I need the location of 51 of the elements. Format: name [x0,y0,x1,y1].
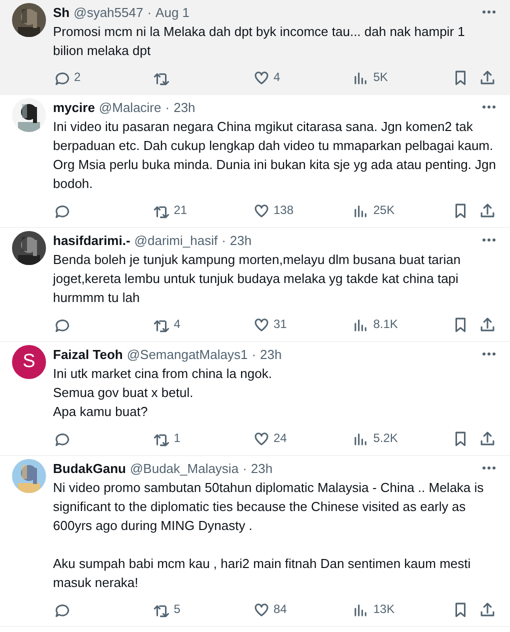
retweet-count: 4 [174,316,180,333]
view-count: 5K [373,69,388,86]
like-icon[interactable] [252,68,270,86]
view-count: 25K [373,202,395,219]
user-handle[interactable]: @Malacire [98,98,162,117]
timestamp[interactable]: Aug 1 [156,3,190,22]
like-count: 84 [274,601,287,618]
avatar[interactable]: S [12,345,46,379]
like-icon[interactable] [252,430,270,446]
like-icon[interactable] [252,600,270,618]
display-name[interactable]: hasifdarimi.- [53,231,130,250]
user-handle[interactable]: @Budak_Malaysia [130,459,239,478]
view-count: 5.2K [373,430,398,447]
user-handle[interactable]: @SemangatMalays1 [126,345,248,364]
view-count: 13K [373,601,395,618]
display-name[interactable]: Sh [53,3,70,22]
timestamp[interactable]: 23h [230,231,252,250]
tweet-text: Benda boleh je tunjuk kampung morten,melayu dlm busana buat tarian joget,kereta lembu untuk tunjuk budaya melaka yg takde kat china tapi hurmmm tu lah [53,251,462,307]
tweet-text: Ini video itu pasaran negara China mgikut citarasa sana. Jgn komen2 tak berpaduan etc. Dah cukup lengkap dah video tu mmaparkan pelbagai kaum. Org Msia perlu buka minda. Dunia ini bukan kita sje yg ada atau penting. Jgn bodoh. [53,118,496,193]
share-icon[interactable] [479,68,496,86]
timestamp[interactable]: 23h [174,98,196,117]
display-name[interactable]: mycire [53,98,95,117]
share-icon[interactable] [479,202,496,218]
like-icon[interactable] [252,316,270,332]
like-count: 138 [274,202,294,219]
separator-dot: · [147,4,152,22]
like-count: 24 [274,430,287,447]
reply-count: 2 [74,69,81,86]
separator-dot: · [242,460,247,478]
timestamp[interactable]: 23h [260,345,282,364]
user-handle[interactable]: @darimi_hasif [134,231,218,250]
like-icon[interactable] [252,202,270,218]
display-name[interactable]: BudakGanu [53,459,126,478]
retweet-count: 1 [174,430,180,447]
separator-dot: · [252,346,256,364]
share-icon[interactable] [479,600,496,618]
retweet-count: 5 [174,601,180,618]
share-icon[interactable] [479,430,496,446]
like-count: 4 [274,69,280,86]
tweet-text: Ini utk market cina from china la ngok. Semua gov buat x betul. Apa kamu buat? [53,365,273,421]
share-icon[interactable] [479,316,496,332]
display-name[interactable]: Faizal Teoh [53,345,123,364]
like-count: 31 [274,316,287,333]
user-handle[interactable]: @syah5547 [74,3,144,22]
view-count: 8.1K [373,316,398,333]
tweet-text: Ni video promo sambutan 50tahun diplomatic Malaysia - China .. Melaka is significant to the diplomatic ties because the Chinese visited as early as 600yrs ago during MING Dynasty . Aku sumpah babi mcm kau , hari2 main fitnah Dan sentimen kaum mesti masuk neraka! [53,479,485,592]
tweet-text: Promosi mcm ni la Melaka dah dpt byk incomce tau... dah nak hampir 1 bilion melaka dpt [53,23,466,60]
separator-dot: · [222,232,226,250]
retweet-count: 21 [174,202,188,219]
timestamp[interactable]: 23h [250,459,273,478]
separator-dot: · [165,99,170,117]
